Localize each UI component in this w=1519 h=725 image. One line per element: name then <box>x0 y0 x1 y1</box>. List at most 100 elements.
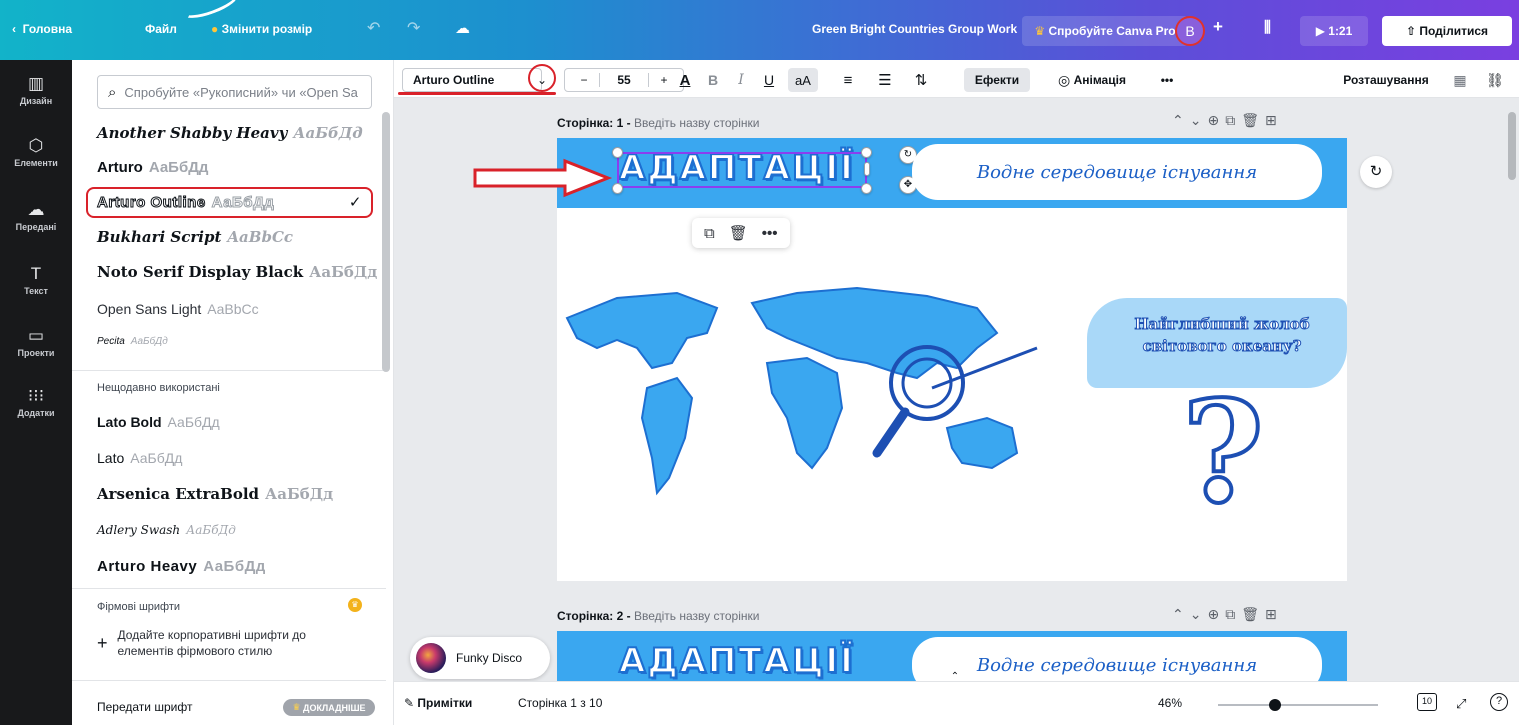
rail-item-text[interactable]: T Текст <box>0 264 72 296</box>
page-2-label[interactable]: Сторінка: 2 - Введіть назву сторінки <box>557 609 759 623</box>
font-item-adlery-swash[interactable]: Adlery Swash АаБбДд <box>97 516 372 544</box>
position-button[interactable]: Розташування <box>1336 68 1436 92</box>
bar-chart-icon[interactable]: ⫼ <box>1264 19 1271 36</box>
lock-icon[interactable]: ⊕ <box>1207 112 1225 128</box>
align-left-icon[interactable]: ≡ <box>837 68 859 92</box>
collapse-handle[interactable]: ⌃ <box>930 671 980 681</box>
notes-button[interactable]: ✎ Примітки <box>404 696 472 710</box>
duplicate-icon[interactable]: ⧉ <box>704 225 715 242</box>
font-item-pecita[interactable]: Pecita АаБбДд <box>97 327 372 355</box>
world-map-image[interactable] <box>557 278 1077 518</box>
list-icon[interactable]: ☰ <box>874 68 896 92</box>
question-mark-graphic[interactable]: ? <box>1180 376 1266 530</box>
font-item-arturo[interactable]: Arturo АаБбДд <box>97 153 372 181</box>
cloud-saved-icon[interactable]: ☁ <box>455 19 470 37</box>
resize-handle[interactable] <box>861 183 872 194</box>
annotation-circle <box>528 64 556 92</box>
font-item-open-sans-light[interactable]: Open Sans Light AaBbCc <box>97 295 372 323</box>
add-page-icon[interactable]: ⊞ <box>1265 606 1283 622</box>
avatar[interactable]: B <box>1175 16 1205 46</box>
resize-handle[interactable] <box>861 147 872 158</box>
font-item-lato[interactable]: Lato АаБбДд <box>97 444 372 472</box>
document-title[interactable]: Green Bright Countries Group Work <box>812 22 1017 36</box>
font-item-noto-serif-display-black[interactable]: Noto Serif Display Black АаБбДд <box>97 258 377 286</box>
rail-item-uploads[interactable]: ☁ Передані <box>0 200 72 232</box>
undo-icon[interactable]: ↶ <box>367 18 380 38</box>
music-track-chip[interactable]: Funky Disco <box>410 637 550 679</box>
font-item-bukhari-script[interactable]: Bukhari Script AaBbCc <box>97 223 372 251</box>
font-size-value[interactable]: 55 <box>599 73 649 87</box>
effects-button[interactable]: Ефекти <box>964 68 1030 92</box>
annotation-arrow <box>473 158 613 198</box>
chevron-up-icon[interactable]: ⌃ <box>1172 606 1190 622</box>
file-menu[interactable]: Файл <box>145 22 177 36</box>
add-page-icon[interactable]: ⊞ <box>1265 112 1283 128</box>
zoom-value[interactable]: 46% <box>1158 696 1182 710</box>
underline-button[interactable]: U <box>758 68 780 92</box>
album-art <box>416 643 446 673</box>
page-1[interactable]: АДАПТАЦІЇ ↻ ✥ Водне середовище існування… <box>557 138 1347 581</box>
animation-button[interactable]: ◎ Анімація <box>1042 68 1142 92</box>
chevron-down-icon[interactable]: ⌄ <box>1190 112 1208 128</box>
page-1-tools[interactable]: ⌃⌄⊕⧉🗑⊞ <box>1172 112 1283 129</box>
zoom-slider[interactable] <box>1218 704 1378 706</box>
resize-handle[interactable] <box>864 162 870 176</box>
transparency-icon[interactable]: ▦ <box>1449 68 1471 92</box>
page-2-tools[interactable]: ⌃⌄⊕⧉🗑⊞ <box>1172 606 1283 623</box>
help-button[interactable]: ? <box>1490 693 1508 711</box>
more-icon[interactable]: ••• <box>762 225 778 242</box>
trash-icon[interactable]: 🗑 <box>1241 112 1265 128</box>
font-search-input[interactable] <box>124 84 360 100</box>
trash-icon[interactable]: 🗑 <box>729 224 748 242</box>
title-text[interactable]: АДАПТАЦІЇ <box>618 640 855 681</box>
spacing-icon[interactable]: ⇅ <box>910 68 932 92</box>
lock-icon[interactable]: ⊕ <box>1207 606 1225 622</box>
rail-item-apps[interactable]: ⁝⁝⁝ Додатки <box>0 386 72 418</box>
chevron-up-icon[interactable]: ⌃ <box>1172 112 1190 128</box>
resize-button[interactable]: ● Змінити розмір <box>211 22 312 36</box>
redo-icon[interactable]: ↷ <box>407 18 420 38</box>
upload-font-button[interactable]: Передати шрифт <box>97 700 192 714</box>
font-search-box[interactable]: ⌕ <box>97 75 372 109</box>
refresh-suggestions-icon[interactable]: ↻ <box>1360 156 1392 188</box>
page-1-label[interactable]: Сторінка: 1 - Введіть назву сторінки <box>557 116 759 130</box>
font-size-stepper[interactable]: − 55 + <box>564 68 684 92</box>
add-brand-fonts-button[interactable]: + Додайте корпоративні шрифти до елемент… <box>97 627 357 659</box>
element-context-menu: ⧉ 🗑 ••• <box>692 218 790 248</box>
canvas-scrollbar[interactable] <box>1508 112 1516 180</box>
try-pro-button[interactable]: ♛ Спробуйте Canva Pro <box>1022 16 1188 46</box>
text-color-button[interactable]: A <box>674 68 696 92</box>
zoom-slider-thumb[interactable] <box>1269 699 1281 711</box>
habitat-pill[interactable]: Водне середовище існування <box>912 144 1322 200</box>
home-button[interactable]: ‹ Головна <box>12 22 72 36</box>
upload-icon: ⇧ <box>1405 24 1417 38</box>
fullscreen-icon[interactable]: ⤢ <box>1456 696 1466 712</box>
decrease-size-button[interactable]: − <box>569 73 599 87</box>
rail-item-projects[interactable]: ▭ Проекти <box>0 326 72 358</box>
font-family-select[interactable]: Arturo Outline <box>402 68 542 92</box>
duplicate-icon[interactable]: ⧉ <box>1225 606 1241 622</box>
letter-case-button[interactable]: aA <box>788 68 818 92</box>
page-grid-button[interactable]: 10 <box>1417 693 1437 711</box>
font-item-arsenica-extrabold[interactable]: Arsenica ExtraBold АаБбДд <box>97 480 372 508</box>
rail-item-elements[interactable]: ⬡ Елементи <box>0 136 72 168</box>
duplicate-icon[interactable]: ⧉ <box>1225 112 1241 128</box>
learn-more-badge[interactable]: ♛ ДОКЛАДНІШЕ <box>283 699 375 716</box>
resize-handle[interactable] <box>612 147 623 158</box>
font-item-another-shabby-heavy[interactable]: Another Shabby Heavy АаБбДд <box>97 119 372 147</box>
panel-scrollbar[interactable] <box>382 112 390 372</box>
chevron-down-icon[interactable]: ⌄ <box>1190 606 1208 622</box>
add-collaborator-button[interactable]: + <box>1213 17 1223 37</box>
rail-item-design[interactable]: ▥ Дизайн <box>0 74 72 106</box>
font-item-lato-bold[interactable]: Lato Bold АаБбДд <box>97 408 372 436</box>
bold-button[interactable]: B <box>702 68 724 92</box>
share-button[interactable]: ⇧ Поділитися <box>1382 16 1512 46</box>
decorative-swoosh <box>178 0 242 24</box>
italic-button[interactable]: I <box>730 68 752 92</box>
font-item-arturo-heavy[interactable]: Arturo Heavy АаБбДд <box>97 552 372 580</box>
present-button[interactable]: ▶ 1:21 <box>1300 16 1368 46</box>
question-text[interactable]: Найглибший жолоб світового океану? <box>1102 313 1342 357</box>
trash-icon[interactable]: 🗑 <box>1241 606 1265 622</box>
link-icon[interactable]: ⛓ <box>1484 68 1506 92</box>
more-options-button[interactable]: ••• <box>1154 68 1180 92</box>
